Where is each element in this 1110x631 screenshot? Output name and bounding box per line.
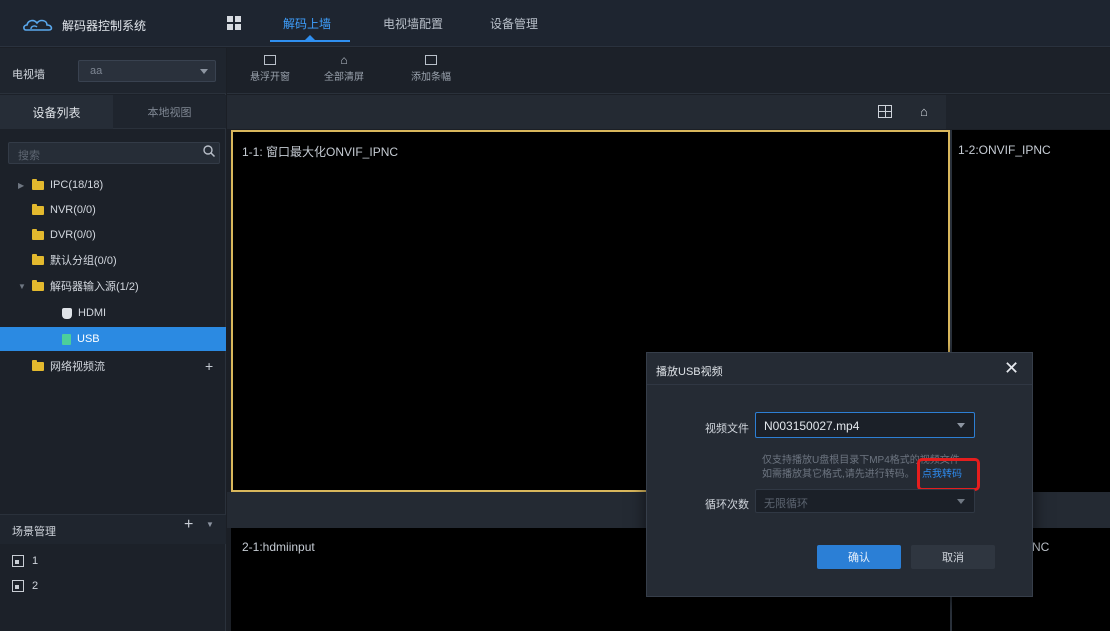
tv-wall-label: 电视墙: [12, 69, 45, 81]
tree-item-label: HDMI: [78, 307, 107, 319]
window-label: 2-1:hdmiinput: [242, 540, 315, 554]
cloud-logo-icon: [23, 19, 53, 31]
cancel-button[interactable]: 取消: [911, 545, 995, 569]
loop-count-label: 循环次数: [705, 499, 749, 511]
chevron-down-icon[interactable]: ▼: [18, 282, 26, 291]
confirm-button[interactable]: 确认: [817, 545, 901, 569]
add-scene-plus-icon[interactable]: +: [184, 516, 193, 534]
chevron-down-icon[interactable]: [957, 499, 965, 504]
window-label: 1-1: 窗口最大化ONVIF_IPNC: [242, 145, 399, 159]
tree-item-usb[interactable]: USB: [62, 327, 100, 351]
tree-item-label: 网络视频流: [50, 361, 105, 373]
tree-item-label: NVR(0/0): [50, 204, 96, 216]
chevron-down-icon[interactable]: [200, 69, 208, 74]
chevron-down-icon[interactable]: [957, 423, 965, 428]
tree-item-label: 默认分组(0/0): [50, 255, 117, 267]
floating-window-icon: [264, 55, 276, 65]
folder-icon: [32, 253, 44, 265]
chevron-right-icon[interactable]: ▶: [18, 181, 26, 190]
tree-item-label: USB: [77, 333, 100, 345]
scene-item-1[interactable]: 1: [12, 555, 38, 567]
search-placeholder: 搜索: [18, 150, 40, 162]
broom-icon: ⌂: [340, 53, 348, 67]
folder-icon: [32, 203, 44, 215]
clear-all-button[interactable]: ⌂ 全部清屏: [314, 53, 374, 83]
tree-item-dvr[interactable]: DVR(0/0): [32, 223, 96, 247]
tab-local-view[interactable]: 本地视图: [113, 95, 226, 129]
banner-icon: [425, 55, 437, 65]
tree-item-label: IPC(18/18): [50, 179, 104, 191]
app-logo: 解码器控制系统: [22, 14, 202, 36]
video-file-value: N003150027.mp4: [764, 419, 860, 433]
tool-label: 全部清屏: [324, 72, 364, 83]
scene-icon: [12, 555, 24, 567]
active-tab-underline: [270, 40, 350, 42]
tree-item-label: 解码器输入源(1/2): [50, 281, 139, 293]
scene-icon: [12, 580, 24, 592]
tree-item-default-group[interactable]: 默认分组(0/0): [32, 248, 117, 272]
folder-icon: [32, 178, 44, 190]
scene-item-label: 2: [32, 580, 39, 592]
folder-icon: [32, 279, 44, 291]
scene-item-2[interactable]: 2: [12, 580, 38, 592]
wall-header-bar-right: [946, 95, 1110, 129]
search-icon[interactable]: [202, 144, 216, 158]
split-screen-icon[interactable]: [878, 105, 892, 118]
tool-label: 添加条幅: [411, 72, 451, 83]
dialog-divider: [647, 384, 1032, 385]
window-label: 1-2:ONVIF_IPNC: [958, 143, 1051, 157]
tree-item-hdmi[interactable]: HDMI: [62, 301, 106, 325]
tree-selected-row: [0, 327, 226, 351]
convert-link-highlight: [917, 458, 980, 491]
folder-icon: [32, 228, 44, 240]
tree-item-label: DVR(0/0): [50, 229, 96, 241]
tree-item-decoder-input[interactable]: ▼ 解码器输入源(1/2): [18, 274, 139, 298]
tab-tv-wall-config[interactable]: 电视墙配置: [383, 15, 443, 32]
video-file-label: 视频文件: [705, 423, 749, 435]
folder-icon: [32, 359, 44, 371]
tree-item-ipc[interactable]: ▶ IPC(18/18): [18, 173, 103, 197]
add-banner-button[interactable]: 添加条幅: [401, 55, 461, 83]
hdmi-port-icon: [62, 307, 72, 319]
add-stream-plus-icon[interactable]: +: [205, 358, 213, 374]
close-icon[interactable]: ✕: [1004, 358, 1019, 379]
tree-item-network-stream[interactable]: 网络视频流: [32, 354, 105, 378]
clear-screen-icon[interactable]: ⌂: [920, 104, 928, 119]
floating-window-button[interactable]: 悬浮开窗: [240, 55, 300, 83]
tab-decode-to-wall[interactable]: 解码上墙: [283, 15, 331, 32]
scene-item-label: 1: [32, 555, 39, 567]
tab-device-list[interactable]: 设备列表: [0, 95, 113, 129]
usb-drive-icon: [62, 333, 71, 345]
chevron-down-icon[interactable]: ▼: [206, 520, 214, 529]
apps-grid-icon[interactable]: [227, 16, 241, 30]
format-hint-line-2: 如需播放其它格式,请先进行转码。: [762, 469, 915, 480]
tree-item-nvr[interactable]: NVR(0/0): [32, 198, 96, 222]
loop-count-value: 无限循环: [764, 498, 808, 510]
tool-label: 悬浮开窗: [250, 72, 290, 83]
scene-management-title: 场景管理: [12, 526, 56, 538]
tab-device-management[interactable]: 设备管理: [490, 15, 538, 32]
dialog-title: 播放USB视频: [656, 366, 723, 378]
app-title: 解码器控制系统: [62, 18, 147, 33]
tv-wall-value: aa: [90, 65, 103, 77]
